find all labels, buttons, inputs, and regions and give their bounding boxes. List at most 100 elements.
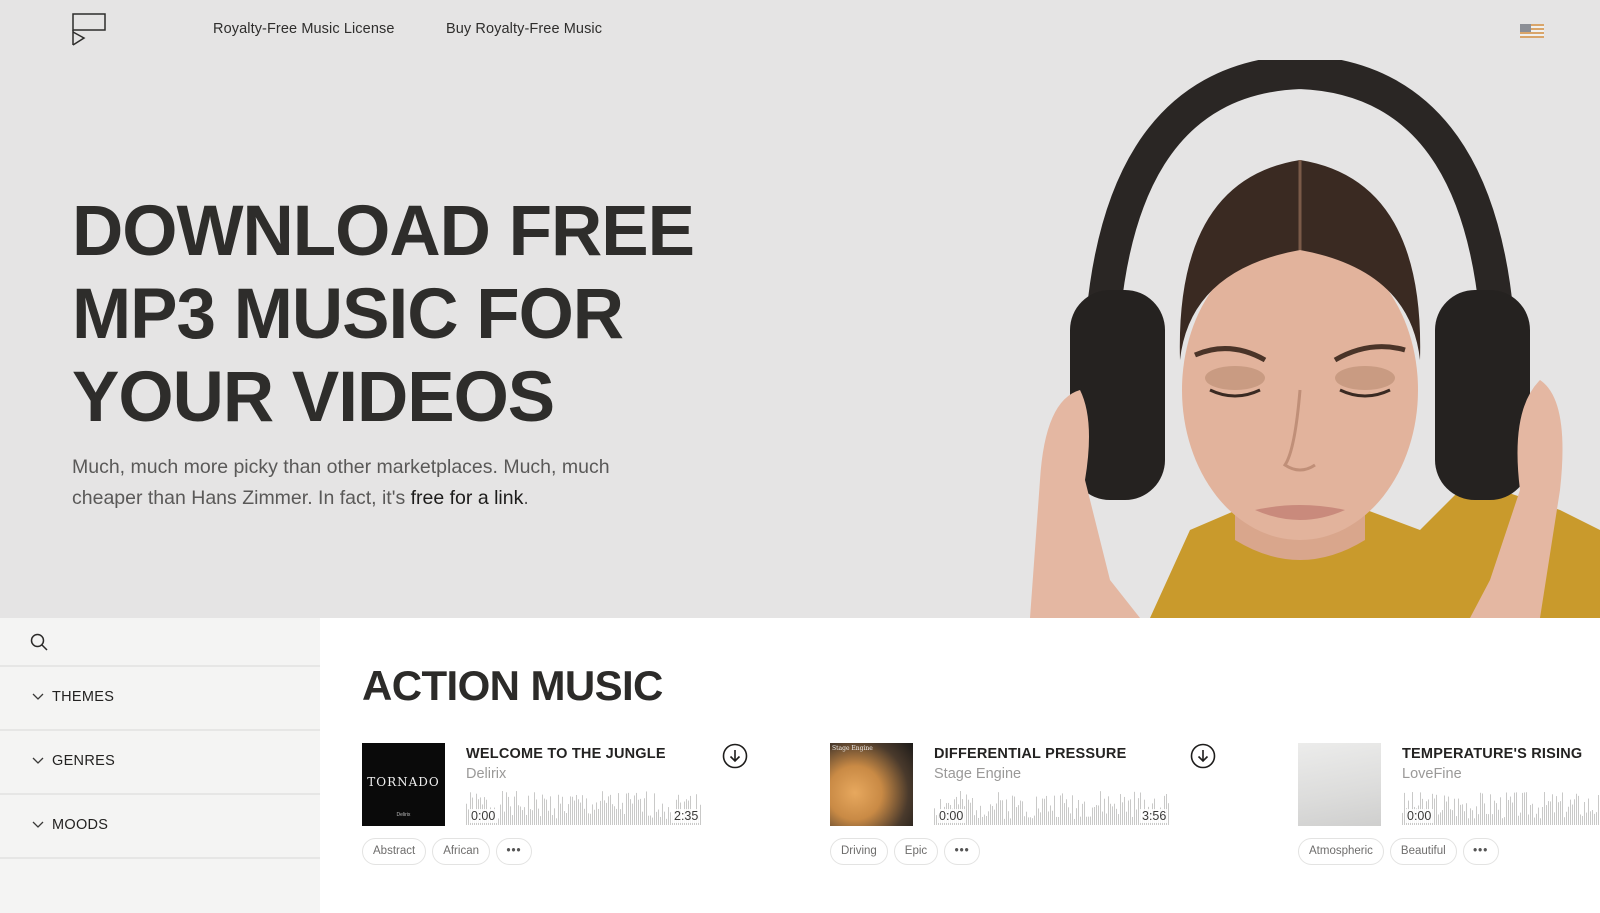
waveform-bar: [1436, 794, 1437, 825]
tag-beautiful[interactable]: Beautiful: [1389, 838, 1457, 865]
waveform-bar: [1046, 795, 1047, 825]
waveform-bar: [1540, 818, 1541, 825]
waveform-bar: [560, 803, 561, 825]
waveform-bar: [1494, 800, 1495, 825]
more-tags-button[interactable]: •••: [1462, 838, 1499, 865]
waveform-bar: [1574, 799, 1575, 825]
waveform-bar: [612, 804, 613, 825]
waveform-bar: [1514, 792, 1515, 825]
waveform-bar: [1052, 810, 1053, 825]
nav-buy-royalty-free-music[interactable]: Buy Royalty-Free Music: [446, 21, 602, 37]
track-title[interactable]: TEMPERATURE'S RISING: [1402, 746, 1582, 762]
waveform-bar: [624, 813, 625, 825]
cover-text: TORNADO: [367, 775, 440, 789]
waveform-bar: [1564, 817, 1565, 825]
album-cover[interactable]: [1298, 743, 1381, 826]
waveform-bar: [1064, 803, 1065, 825]
waveform-bar: [1484, 803, 1485, 825]
waveform-bar: [662, 803, 663, 825]
waveform-bar: [1580, 814, 1581, 825]
waveform-bar: [1584, 801, 1585, 825]
waveform-bar: [1596, 812, 1597, 825]
waveform-bar: [1480, 792, 1481, 825]
us-flag-icon[interactable]: [1520, 24, 1544, 38]
waveform-bar: [650, 815, 651, 825]
waveform-bar: [1570, 799, 1571, 825]
waveform-bar: [1522, 792, 1523, 825]
waveform-bar: [968, 799, 969, 825]
waveform-bar: [544, 798, 545, 825]
waveform-bar: [580, 802, 581, 825]
waveform-bar: [1532, 803, 1533, 825]
waveform-seek-bar[interactable]: [934, 789, 1170, 825]
waveform-bar: [1458, 798, 1459, 825]
album-cover[interactable]: Stage Engine: [830, 743, 913, 826]
waveform-bar: [1466, 803, 1467, 825]
more-tags-button[interactable]: •••: [944, 838, 981, 865]
waveform-bar: [1074, 818, 1075, 825]
hero-headline: DOWNLOAD FREE MP3 MUSIC FOR YOUR VIDEOS: [72, 190, 695, 439]
track-title[interactable]: WELCOME TO THE JUNGLE: [466, 746, 666, 762]
tag-list: Atmospheric Beautiful •••: [1298, 838, 1499, 865]
current-time: 0:00: [1405, 809, 1434, 823]
waveform-bar: [1002, 800, 1003, 825]
track-artist[interactable]: Delirix: [466, 766, 506, 782]
cover-text: Stage Engine: [832, 745, 873, 752]
waveform-bar: [1530, 805, 1531, 825]
waveform-bar: [534, 792, 535, 825]
waveform-bar: [1588, 798, 1589, 825]
waveform-bar: [604, 800, 605, 825]
waveform-bar: [570, 796, 571, 825]
free-for-a-link-link[interactable]: free for a link: [411, 487, 524, 509]
waveform-bar: [628, 792, 629, 825]
waveform-bar: [1444, 795, 1445, 825]
waveform-bar: [1098, 805, 1099, 825]
track-artist[interactable]: Stage Engine: [934, 766, 1021, 782]
download-icon[interactable]: [722, 743, 748, 769]
waveform-bar: [522, 810, 523, 825]
tag-atmospheric[interactable]: Atmospheric: [1298, 838, 1384, 865]
hero-section: Royalty-Free Music License Buy Royalty-F…: [0, 0, 1600, 618]
hero-subtext: Much, much more picky than other marketp…: [72, 452, 672, 514]
waveform-bar: [608, 796, 609, 825]
tag-african[interactable]: African: [432, 838, 490, 865]
sidebar-item-label: MOODS: [52, 817, 109, 833]
sidebar-item-themes[interactable]: THEMES: [0, 667, 320, 731]
waveform-bar: [1526, 792, 1527, 825]
tag-abstract[interactable]: Abstract: [362, 838, 427, 865]
waveform-bar: [1450, 809, 1451, 825]
waveform-bar: [1572, 804, 1573, 825]
current-time: 0:00: [469, 809, 498, 823]
track-artist[interactable]: LoveFine: [1402, 766, 1462, 782]
sidebar-search[interactable]: [0, 618, 320, 667]
tag-driving[interactable]: Driving: [830, 838, 888, 865]
waveform-bar: [552, 815, 553, 825]
waveform-bar: [1558, 802, 1559, 825]
tag-epic[interactable]: Epic: [893, 838, 939, 865]
track-card: TEMPERATURE'S RISING LoveFine 0:00 Atmos…: [1298, 743, 1600, 873]
more-tags-button[interactable]: •••: [495, 838, 532, 865]
top-nav: Royalty-Free Music License Buy Royalty-F…: [0, 0, 1600, 60]
search-icon[interactable]: [30, 633, 48, 651]
waveform-bar: [582, 795, 583, 825]
waveform-bar: [966, 794, 967, 825]
waveform-bar: [656, 811, 657, 825]
album-cover[interactable]: TORNADO Delirix: [362, 743, 445, 826]
sidebar-item-moods[interactable]: MOODS: [0, 795, 320, 859]
track-title[interactable]: DIFFERENTIAL PRESSURE: [934, 746, 1126, 762]
waveform-bar: [538, 808, 539, 825]
waveform-bar: [1090, 816, 1091, 825]
flag-play-logo-icon[interactable]: [72, 13, 108, 47]
waveform-bar: [578, 799, 579, 825]
waveform-bar: [1012, 795, 1013, 825]
waveform-bar: [572, 796, 573, 825]
waveform-bar: [1524, 792, 1525, 825]
waveform-bar: [526, 814, 527, 825]
sidebar-item-genres[interactable]: GENRES: [0, 731, 320, 795]
waveform-bar: [1470, 808, 1471, 825]
waveform-bar: [618, 793, 619, 825]
waveform-seek-bar[interactable]: [466, 789, 702, 825]
download-icon[interactable]: [1190, 743, 1216, 769]
nav-royalty-free-music-license[interactable]: Royalty-Free Music License: [213, 21, 395, 37]
waveform-bar: [564, 811, 565, 825]
